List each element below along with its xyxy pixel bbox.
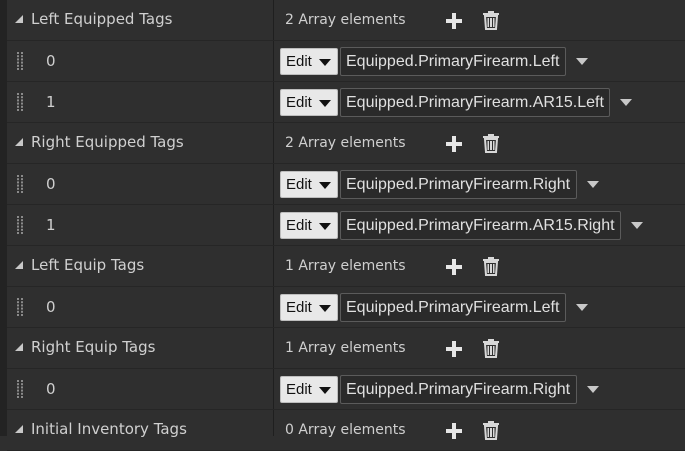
gameplay-tag-field[interactable]: Equipped.PrimaryFirearm.Right [340, 170, 577, 199]
array-property-label: Right Equipped Tags [31, 133, 184, 151]
edit-tag-button[interactable]: Edit [280, 376, 338, 403]
add-element-plus-icon[interactable] [445, 422, 463, 440]
edit-dropdown-caret-icon[interactable] [319, 100, 331, 108]
edit-button-label: Edit [286, 217, 312, 234]
array-element-count: 2 Array elements [285, 135, 406, 151]
edit-button-label: Edit [286, 176, 312, 193]
tag-combo-caret-icon[interactable] [576, 58, 588, 66]
gameplay-tag-value: Equipped.PrimaryFirearm.Left [346, 53, 560, 70]
gameplay-tag-field[interactable]: Equipped.PrimaryFirearm.AR15.Left [340, 88, 610, 117]
collapse-triangle-icon[interactable] [14, 260, 24, 270]
collapse-triangle-icon[interactable] [14, 424, 24, 434]
tag-combo-caret-icon[interactable] [587, 181, 599, 189]
edit-tag-button[interactable]: Edit [280, 294, 338, 321]
edit-tag-button[interactable]: Edit [280, 212, 338, 239]
gameplay-tag-field[interactable]: Equipped.PrimaryFirearm.Right [340, 375, 577, 404]
drag-handle-grip-icon[interactable] [16, 92, 24, 112]
remove-all-trash-icon[interactable] [482, 133, 500, 153]
array-element-count: 1 Array elements [285, 340, 406, 356]
array-property-label: Initial Inventory Tags [31, 420, 187, 438]
add-element-plus-icon[interactable] [445, 340, 463, 358]
gameplay-tag-field[interactable]: Equipped.PrimaryFirearm.AR15.Right [340, 211, 621, 240]
tag-combo-caret-icon[interactable] [587, 386, 599, 394]
edit-tag-button[interactable]: Edit [280, 89, 338, 116]
gameplay-tag-value: Equipped.PrimaryFirearm.Right [346, 176, 571, 193]
element-index-label: 0 [46, 175, 56, 193]
details-panel: Left Equipped Tags 2 Array elements 0 Edit E… [0, 0, 685, 451]
drag-handle-grip-icon[interactable] [16, 174, 24, 194]
add-element-plus-icon[interactable] [445, 12, 463, 30]
array-header-row: Left Equipped Tags 2 Array elements [7, 0, 685, 41]
element-index-label: 1 [46, 216, 56, 234]
edit-button-label: Edit [286, 94, 312, 111]
array-property-label: Left Equip Tags [31, 256, 145, 274]
collapse-triangle-icon[interactable] [14, 342, 24, 352]
gameplay-tag-value: Equipped.PrimaryFirearm.AR15.Right [346, 217, 615, 234]
add-element-plus-icon[interactable] [445, 258, 463, 276]
edit-tag-button[interactable]: Edit [280, 171, 338, 198]
edit-button-label: Edit [286, 53, 312, 70]
gameplay-tag-value: Equipped.PrimaryFirearm.Left [346, 299, 560, 316]
array-element-row: 0 Edit Equipped.PrimaryFirearm.Right [7, 369, 685, 410]
drag-handle-grip-icon[interactable] [16, 51, 24, 71]
gameplay-tag-value: Equipped.PrimaryFirearm.AR15.Left [346, 94, 604, 111]
array-element-count: 2 Array elements [285, 12, 406, 28]
gameplay-tag-value: Equipped.PrimaryFirearm.Right [346, 381, 571, 398]
drag-handle-grip-icon[interactable] [16, 215, 24, 235]
array-property-label: Right Equip Tags [31, 338, 156, 356]
array-element-row: 1 Edit Equipped.PrimaryFirearm.AR15.Right [7, 205, 685, 246]
edit-dropdown-caret-icon[interactable] [319, 223, 331, 231]
array-element-row: 1 Edit Equipped.PrimaryFirearm.AR15.Left [7, 82, 685, 123]
array-element-row: 0 Edit Equipped.PrimaryFirearm.Left [7, 41, 685, 82]
array-header-row: Right Equip Tags 1 Array elements [7, 328, 685, 369]
collapse-triangle-icon[interactable] [14, 137, 24, 147]
element-index-label: 1 [46, 93, 56, 111]
element-index-label: 0 [46, 298, 56, 316]
element-index-label: 0 [46, 380, 56, 398]
element-index-label: 0 [46, 52, 56, 70]
array-element-count: 1 Array elements [285, 258, 406, 274]
gameplay-tag-field[interactable]: Equipped.PrimaryFirearm.Left [340, 293, 566, 322]
drag-handle-grip-icon[interactable] [16, 297, 24, 317]
array-element-row: 0 Edit Equipped.PrimaryFirearm.Right [7, 164, 685, 205]
edit-dropdown-caret-icon[interactable] [319, 305, 331, 313]
remove-all-trash-icon[interactable] [482, 10, 500, 30]
drag-handle-grip-icon[interactable] [16, 379, 24, 399]
tag-combo-caret-icon[interactable] [620, 99, 632, 107]
array-element-row: 0 Edit Equipped.PrimaryFirearm.Left [7, 287, 685, 328]
tag-combo-caret-icon[interactable] [631, 222, 643, 230]
tag-combo-caret-icon[interactable] [576, 304, 588, 312]
remove-all-trash-icon[interactable] [482, 420, 500, 440]
panel-left-strip [0, 0, 7, 436]
array-header-row: Left Equip Tags 1 Array elements [7, 246, 685, 287]
edit-dropdown-caret-icon[interactable] [319, 182, 331, 190]
array-property-label: Left Equipped Tags [31, 10, 173, 28]
add-element-plus-icon[interactable] [445, 135, 463, 153]
gameplay-tag-field[interactable]: Equipped.PrimaryFirearm.Left [340, 47, 566, 76]
edit-dropdown-caret-icon[interactable] [319, 387, 331, 395]
array-header-row: Initial Inventory Tags 0 Array elements [7, 410, 685, 451]
edit-tag-button[interactable]: Edit [280, 48, 338, 75]
edit-button-label: Edit [286, 299, 312, 316]
edit-button-label: Edit [286, 381, 312, 398]
edit-dropdown-caret-icon[interactable] [319, 59, 331, 67]
array-header-row: Right Equipped Tags 2 Array elements [7, 123, 685, 164]
collapse-triangle-icon[interactable] [14, 14, 24, 24]
remove-all-trash-icon[interactable] [482, 256, 500, 276]
remove-all-trash-icon[interactable] [482, 338, 500, 358]
